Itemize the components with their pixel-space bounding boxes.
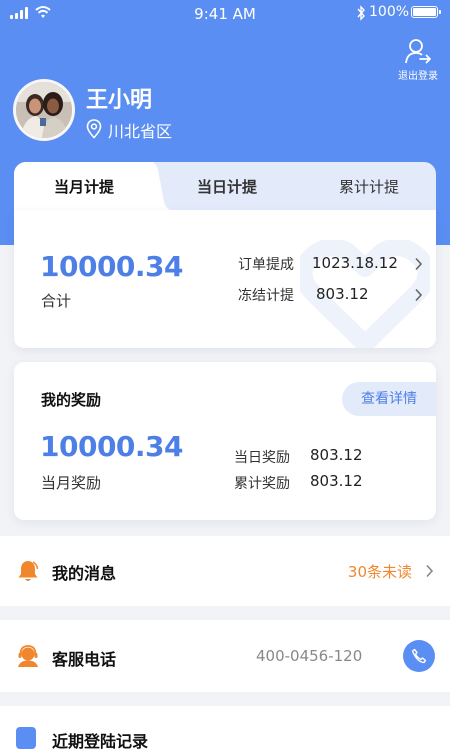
user-name: 王小明 bbox=[86, 88, 153, 113]
commission-total-label: 合计 bbox=[41, 292, 72, 310]
commission-card: 10000.34 合计 订单提成 1023.18.12 冻结计提 803.12 bbox=[14, 210, 436, 348]
phone-icon bbox=[411, 648, 427, 664]
login-records-icon bbox=[16, 727, 36, 749]
order-commission-label: 订单提成 bbox=[238, 257, 294, 273]
order-commission-value: 1023.18.12 bbox=[312, 254, 398, 272]
unread-count: 30条未读 bbox=[347, 563, 412, 581]
avatar-image bbox=[16, 82, 72, 138]
logout-label: 退出登录 bbox=[398, 71, 438, 82]
location-pin-icon bbox=[86, 119, 102, 139]
reward-title: 我的奖励 bbox=[41, 391, 102, 409]
logout-icon bbox=[405, 39, 431, 64]
user-location: 川北省区 bbox=[108, 122, 173, 141]
avatar[interactable] bbox=[13, 79, 75, 141]
tab-cumulative[interactable]: 累计计提 bbox=[306, 162, 432, 212]
bluetooth-icon bbox=[357, 5, 365, 21]
messages-row[interactable]: 我的消息 30条未读 bbox=[0, 536, 450, 606]
messages-title: 我的消息 bbox=[52, 564, 117, 583]
battery-icon bbox=[411, 6, 441, 18]
tab-daily[interactable]: 当日计提 bbox=[164, 162, 290, 212]
customer-service-title: 客服电话 bbox=[52, 650, 117, 669]
call-button[interactable] bbox=[403, 640, 435, 672]
service-phone-number: 400-0456-120 bbox=[256, 647, 363, 665]
total-reward-label: 累计奖励 bbox=[234, 476, 290, 492]
customer-service-row: 客服电话 400-0456-120 bbox=[0, 620, 450, 692]
daily-reward-label: 当日奖励 bbox=[234, 450, 290, 466]
login-records-title: 近期登陆记录 bbox=[52, 732, 149, 750]
frozen-commission-label: 冻结计提 bbox=[238, 288, 294, 304]
total-reward-value: 803.12 bbox=[310, 472, 363, 490]
chevron-right-icon[interactable] bbox=[414, 288, 423, 302]
battery-percent: 100% bbox=[369, 4, 410, 20]
status-bar: 9:41 AM 100% bbox=[0, 0, 450, 28]
chevron-right-icon bbox=[426, 564, 434, 578]
bell-icon bbox=[18, 561, 39, 581]
daily-reward-value: 803.12 bbox=[310, 446, 363, 464]
logout-button[interactable]: 退出登录 bbox=[395, 38, 441, 82]
reward-card: 我的奖励 查看详情 10000.34 当月奖励 当日奖励 803.12 累计奖励… bbox=[14, 362, 436, 520]
monthly-reward-amount: 10000.34 bbox=[40, 430, 184, 463]
monthly-reward-label: 当月奖励 bbox=[41, 474, 102, 492]
view-details-button[interactable]: 查看详情 bbox=[342, 382, 436, 416]
commission-total-amount: 10000.34 bbox=[40, 250, 184, 283]
customer-service-icon bbox=[18, 645, 38, 667]
commission-tabs: 当月计提 当日计提 累计计提 bbox=[14, 162, 436, 212]
frozen-commission-value: 803.12 bbox=[316, 285, 369, 303]
login-records-row[interactable]: 近期登陆记录 bbox=[0, 706, 450, 750]
tab-monthly[interactable]: 当月计提 bbox=[14, 162, 154, 212]
chevron-right-icon[interactable] bbox=[414, 257, 423, 271]
